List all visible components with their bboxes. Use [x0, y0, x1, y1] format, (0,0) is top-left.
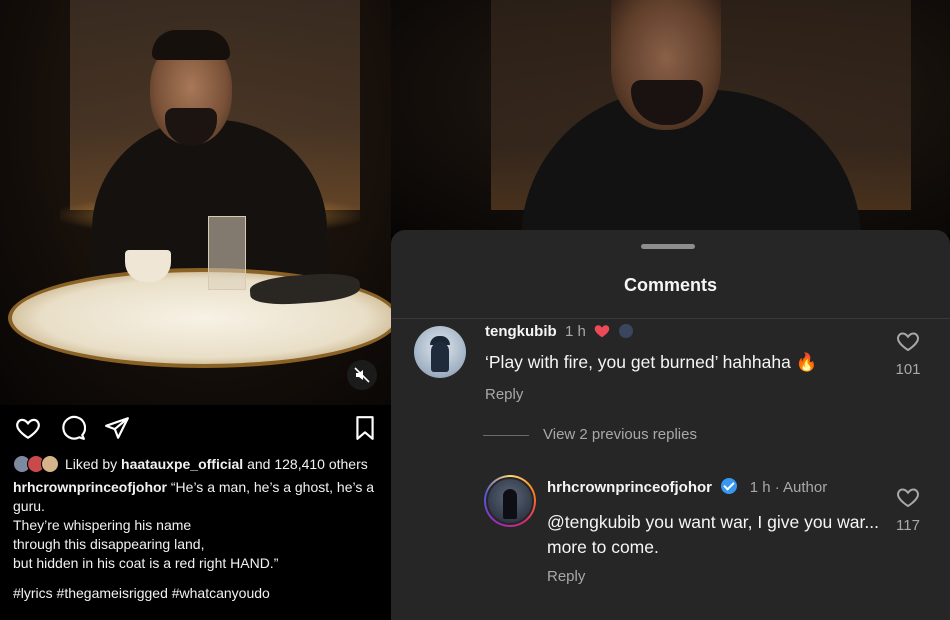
post-photo-background [391, 0, 950, 260]
caption-line: through this disappearing land, [13, 536, 205, 552]
like-count: 117 [896, 517, 920, 534]
caption-line: but hidden in his coat is a red right HA… [13, 555, 279, 571]
heart-outline-icon[interactable] [15, 415, 41, 441]
liked-by-count[interactable]: and 128,410 others [247, 455, 368, 474]
comment-header: hrhcrownprinceofjohor 1 h · Author [547, 478, 827, 496]
like-count: 101 [895, 361, 921, 378]
comments-panel: Comments tengkubib 1 h ‘Play with fire, … [391, 0, 950, 620]
verified-badge-icon [721, 478, 738, 494]
comment-timestamp: 1 h [565, 323, 586, 340]
comment-like-button[interactable]: 101 [893, 330, 923, 378]
comment-text: ‘Play with fire, you get burned’ hahhaha… [485, 352, 818, 372]
avatar[interactable] [484, 475, 536, 527]
liked-by-user[interactable]: haatauxpe_official [121, 455, 243, 474]
post-photo[interactable] [0, 0, 391, 405]
comments-sheet: Comments tengkubib 1 h ‘Play with fire, … [391, 230, 950, 620]
creator-avatar-icon [619, 324, 634, 338]
post-panel: Liked by haatauxpe_official and 128,410 … [0, 0, 391, 620]
speaker-muted-icon[interactable] [347, 360, 377, 390]
heart-outline-icon[interactable] [896, 486, 920, 508]
divider [483, 434, 529, 436]
liker-avatars [13, 455, 59, 473]
heart-outline-icon[interactable] [896, 330, 920, 352]
comment-text: @tengkubib you want war, I give you war.… [547, 512, 879, 557]
view-replies-button[interactable]: View 2 previous replies [483, 426, 697, 443]
sheet-drag-handle[interactable] [641, 244, 695, 249]
heart-filled-icon [594, 325, 610, 338]
paper-plane-icon[interactable] [104, 415, 130, 441]
sheet-title: Comments [623, 275, 717, 295]
caption-line: They’re whispering his name [13, 517, 192, 533]
comment-like-button[interactable]: 117 [893, 486, 923, 534]
comment-username[interactable]: hrhcrownprinceofjohor [547, 479, 712, 496]
post-action-bar [0, 405, 391, 451]
divider [391, 318, 950, 319]
comment-timestamp: 1 h · Author [749, 479, 828, 496]
reply-button[interactable]: Reply [485, 386, 523, 403]
comment-header: tengkubib 1 h [485, 322, 634, 340]
caption-username[interactable]: hrhcrownprinceofjohor [13, 479, 167, 495]
liked-by-prefix: Liked by [65, 455, 118, 472]
comment-bubble-icon[interactable] [60, 415, 86, 441]
reply-button[interactable]: Reply [547, 568, 585, 585]
avatar [41, 455, 59, 473]
bookmark-icon[interactable] [352, 415, 378, 441]
post-caption-area: Liked by haatauxpe_official and 128,410 … [13, 453, 383, 603]
avatar[interactable] [414, 326, 466, 378]
view-replies-label: View 2 previous replies [543, 426, 697, 443]
comment-username[interactable]: tengkubib [485, 323, 557, 340]
liked-by-row[interactable]: Liked by haatauxpe_official and 128,410 … [13, 453, 383, 475]
caption-hashtags[interactable]: #lyrics #thegameisrigged #whatcanyoudo [13, 584, 383, 603]
caption-text: hrhcrownprinceofjohor “He’s a man, he’s … [13, 478, 383, 603]
